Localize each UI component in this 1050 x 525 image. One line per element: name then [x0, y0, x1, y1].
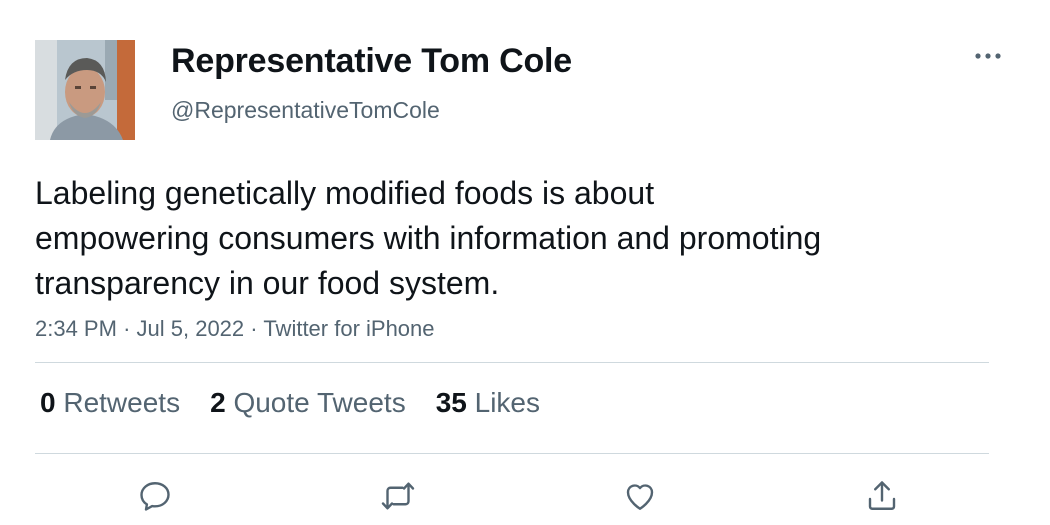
retweet-button[interactable]	[376, 474, 420, 518]
meta-separator: ·	[250, 316, 258, 341]
retweets-label: Retweets	[63, 387, 181, 418]
likes-stat[interactable]: 35 Likes	[436, 387, 540, 419]
tweet-card: Representative Tom Cole @RepresentativeT…	[0, 0, 1050, 525]
author-handle[interactable]: @RepresentativeTomCole	[171, 97, 440, 124]
reply-button[interactable]	[133, 474, 177, 518]
share-icon	[868, 481, 896, 510]
avatar-image	[35, 40, 135, 140]
tweet-date[interactable]: Jul 5, 2022	[137, 316, 245, 341]
quote-tweets-count: 2	[210, 387, 226, 418]
divider	[35, 453, 989, 454]
retweets-stat[interactable]: 0 Retweets	[40, 387, 180, 419]
quote-tweets-label: Quote Tweets	[233, 387, 406, 418]
avatar[interactable]	[35, 40, 135, 140]
tweet-metadata: 2:34 PM · Jul 5, 2022 · Twitter for iPho…	[35, 316, 435, 342]
retweet-icon	[381, 482, 415, 510]
like-button[interactable]	[618, 474, 662, 518]
tweet-time[interactable]: 2:34 PM	[35, 316, 117, 341]
author-display-name[interactable]: Representative Tom Cole	[171, 42, 572, 81]
reply-icon	[140, 482, 170, 511]
more-options-button[interactable]	[968, 40, 1008, 72]
tweet-text: Labeling genetically modified foods is a…	[35, 175, 822, 301]
meta-separator: ·	[123, 316, 131, 341]
likes-count: 35	[435, 387, 467, 418]
retweets-count: 0	[40, 387, 56, 418]
likes-label: Likes	[474, 387, 541, 418]
quote-tweets-stat[interactable]: 2 Quote Tweets	[210, 387, 406, 419]
engagement-stats: 0 Retweets 2 Quote Tweets 35 Likes	[40, 387, 540, 419]
share-button[interactable]	[860, 474, 904, 518]
like-icon	[626, 484, 654, 510]
more-icon	[975, 53, 1001, 59]
action-bar	[0, 474, 1050, 519]
divider	[35, 362, 989, 363]
tweet-source[interactable]: Twitter for iPhone	[263, 316, 434, 341]
